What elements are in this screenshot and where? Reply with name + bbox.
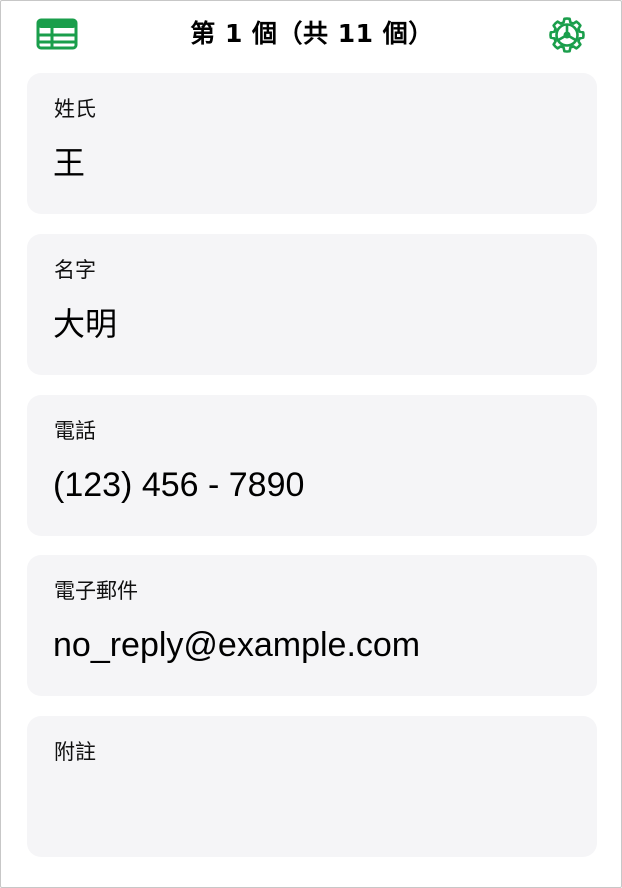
field-email[interactable]: 電子郵件 no_reply@example.com [27,555,597,696]
gear-icon [549,17,585,53]
field-phone[interactable]: 電話 (123) 456 - 7890 [27,395,597,536]
table-icon [36,18,78,50]
field-label-last-name: 姓氏 [54,97,96,121]
record-position-title: 第 1 個（共 11 個） [190,19,434,48]
field-last-name[interactable]: 姓氏 王 [27,73,597,214]
field-value-last-name[interactable]: 王 [53,143,85,183]
field-label-first-name: 名字 [54,258,96,282]
field-value-phone[interactable]: (123) 456 - 7890 [53,465,304,505]
field-notes[interactable]: 附註 [27,716,597,857]
field-label-notes: 附註 [54,740,96,764]
field-first-name[interactable]: 名字 大明 [27,234,597,375]
settings-button[interactable] [547,15,587,55]
table-view-button[interactable] [35,16,79,52]
field-value-first-name[interactable]: 大明 [53,304,117,344]
field-label-phone: 電話 [54,419,96,443]
toolbar: 第 1 個（共 11 個） [1,1,622,69]
field-value-email[interactable]: no_reply@example.com [53,625,420,665]
form-window: 第 1 個（共 11 個） 姓氏 王 名字 大明 電話 (123) 456 - … [0,0,622,888]
field-label-email: 電子郵件 [54,579,138,603]
